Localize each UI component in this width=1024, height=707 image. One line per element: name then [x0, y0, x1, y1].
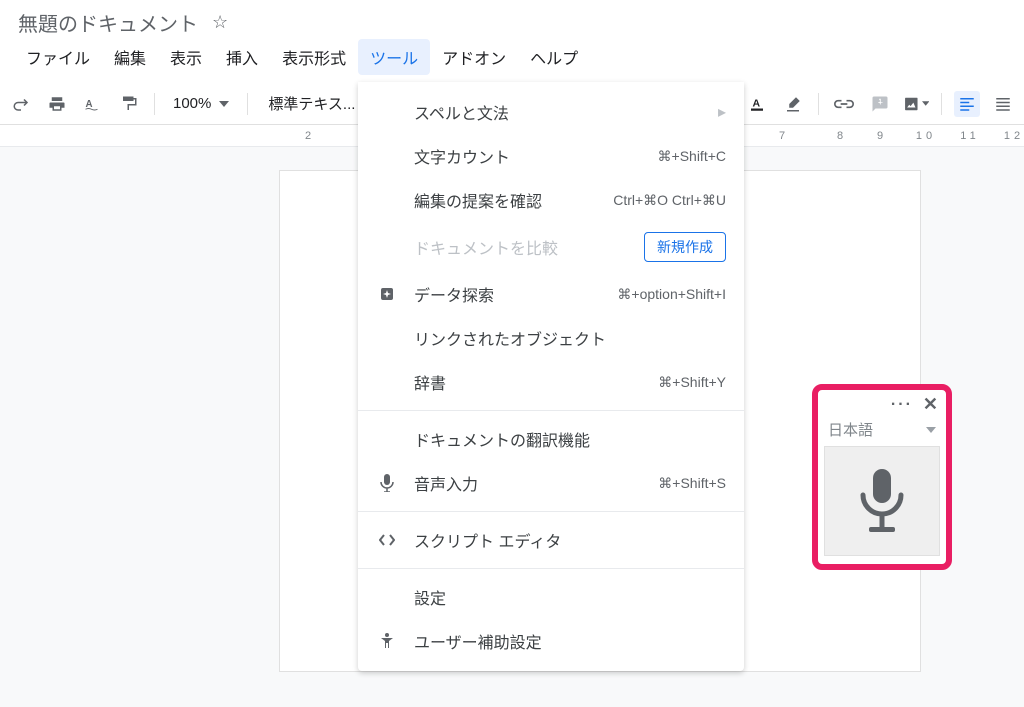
menu-explore[interactable]: データ探索⌘+option+Shift+I — [358, 272, 744, 316]
menu-format[interactable]: 表示形式 — [270, 39, 358, 75]
menu-edit[interactable]: 編集 — [102, 39, 158, 75]
star-icon[interactable]: ☆ — [212, 12, 228, 33]
align-left-icon[interactable] — [954, 91, 980, 117]
zoom-select[interactable]: 100% — [167, 95, 235, 112]
link-icon[interactable] — [831, 91, 857, 117]
code-icon — [376, 534, 398, 546]
microphone-icon — [376, 474, 398, 492]
menu-accessibility[interactable]: ユーザー補助設定 — [358, 619, 744, 663]
text-color-icon[interactable]: A — [744, 91, 770, 117]
explore-icon — [376, 286, 398, 302]
voice-language-select[interactable]: 日本語 — [818, 417, 946, 446]
menu-view[interactable]: 表示 — [158, 39, 214, 75]
menu-compare-docs[interactable]: ドキュメントを比較新規作成 — [358, 222, 744, 272]
accessibility-icon — [376, 633, 398, 649]
redo-icon[interactable] — [8, 91, 34, 117]
menu-insert[interactable]: 挿入 — [214, 39, 270, 75]
chevron-right-icon: ▸ — [718, 102, 726, 122]
tools-menu-dropdown: スペルと文法▸ 文字カウント⌘+Shift+C 編集の提案を確認Ctrl+⌘O … — [358, 82, 744, 671]
menubar: ファイル 編集 表示 挿入 表示形式 ツール アドオン ヘルプ — [0, 39, 1024, 83]
voice-typing-panel: ··· ✕ 日本語 — [812, 384, 952, 570]
menu-review-suggestions[interactable]: 編集の提案を確認Ctrl+⌘O Ctrl+⌘U — [358, 178, 744, 222]
doc-title[interactable]: 無題のドキュメント — [18, 8, 198, 37]
menu-voice-typing[interactable]: 音声入力⌘+Shift+S — [358, 461, 744, 505]
menu-linked-objects[interactable]: リンクされたオブジェクト — [358, 316, 744, 360]
new-badge: 新規作成 — [644, 232, 726, 262]
menu-translate[interactable]: ドキュメントの翻訳機能 — [358, 417, 744, 461]
menu-word-count[interactable]: 文字カウント⌘+Shift+C — [358, 134, 744, 178]
spellcheck-icon[interactable]: A — [80, 91, 106, 117]
highlight-icon[interactable] — [780, 91, 806, 117]
voice-mic-button[interactable] — [824, 446, 940, 556]
menu-file[interactable]: ファイル — [14, 39, 102, 75]
svg-text:+: + — [878, 97, 883, 107]
menu-preferences[interactable]: 設定 — [358, 575, 744, 619]
align-center-icon[interactable] — [990, 91, 1016, 117]
menu-dictionary[interactable]: 辞書⌘+Shift+Y — [358, 360, 744, 404]
svg-text:A: A — [753, 97, 761, 109]
close-icon[interactable]: ✕ — [923, 394, 938, 415]
menu-script-editor[interactable]: スクリプト エディタ — [358, 518, 744, 562]
menu-tools[interactable]: ツール — [358, 39, 430, 75]
more-icon[interactable]: ··· — [891, 396, 913, 414]
paint-format-icon[interactable] — [116, 91, 142, 117]
comment-icon[interactable]: + — [867, 91, 893, 117]
menu-addons[interactable]: アドオン — [430, 39, 518, 75]
menu-spell-grammar[interactable]: スペルと文法▸ — [358, 90, 744, 134]
chevron-down-icon — [926, 427, 936, 433]
menu-help[interactable]: ヘルプ — [518, 39, 590, 75]
image-icon[interactable] — [903, 91, 929, 117]
print-icon[interactable] — [44, 91, 70, 117]
style-select[interactable]: 標準テキス... — [260, 93, 363, 114]
